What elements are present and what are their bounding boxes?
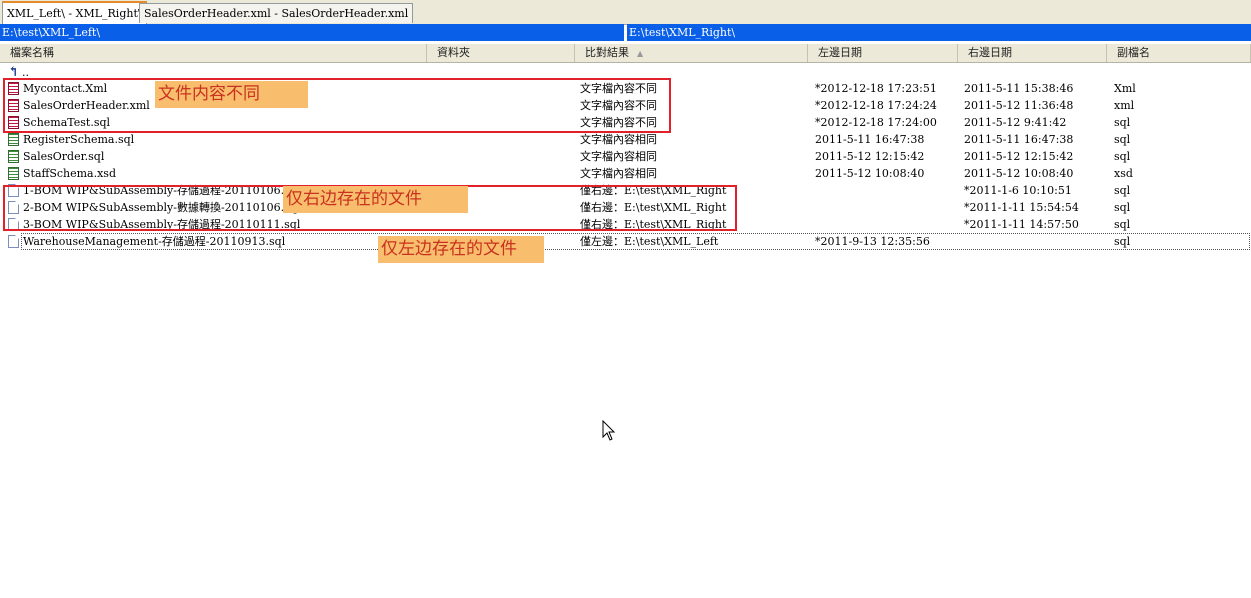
- same-file-icon: [8, 167, 19, 180]
- file-ext: sql: [1114, 133, 1131, 146]
- tab-strip: XML_Left\ - XML_Right\ SalesOrderHeader.…: [0, 0, 1251, 25]
- file-ext: sql: [1114, 201, 1131, 214]
- file-ext: sql: [1114, 218, 1131, 231]
- right-date: 2011-5-11 15:38:46: [964, 82, 1074, 95]
- right-date: 2011-5-11 16:47:38: [964, 133, 1074, 146]
- annotation-right-only-label: 仅右边存在的文件: [283, 186, 468, 213]
- right-date: *2011-1-11 15:54:54: [964, 201, 1079, 214]
- column-header-left-date[interactable]: 左邊日期: [808, 44, 958, 62]
- same-file-icon: [8, 133, 19, 146]
- column-header-result-label: 比對結果: [585, 46, 629, 59]
- file-name: StaffSchema.xsd: [23, 167, 116, 180]
- file-ext: sql: [1114, 150, 1131, 163]
- left-path-bar[interactable]: E:\test\XML_Left\: [0, 24, 624, 41]
- column-header-right-date[interactable]: 右邊日期: [958, 44, 1107, 62]
- table-row[interactable]: SalesOrder.sql 文字檔內容相同 2011-5-12 12:15:4…: [0, 148, 1251, 165]
- file-ext: Xml: [1114, 82, 1136, 95]
- file-ext: xml: [1114, 99, 1135, 112]
- tab-file-compare[interactable]: SalesOrderHeader.xml - SalesOrderHeader.…: [139, 3, 414, 23]
- table-row[interactable]: StaffSchema.xsd 文字檔內容相同 2011-5-12 10:08:…: [0, 165, 1251, 182]
- compare-result: 文字檔內容相同: [580, 133, 657, 146]
- right-date: *2011-1-6 10:10:51: [964, 184, 1072, 197]
- right-date: 2011-5-12 11:36:48: [964, 99, 1074, 112]
- compare-result: 文字檔內容相同: [580, 167, 657, 180]
- compare-result: 文字檔內容相同: [580, 150, 657, 163]
- right-date: *2011-1-11 14:57:50: [964, 218, 1079, 231]
- column-header-ext[interactable]: 副檔名: [1107, 44, 1251, 62]
- left-date: 2011-5-12 12:15:42: [815, 150, 925, 163]
- right-date: 2011-5-12 10:08:40: [964, 167, 1074, 180]
- file-name: SalesOrder.sql: [23, 150, 105, 163]
- diff-files-highlight: [3, 78, 671, 133]
- annotation-diff-label: 文件内容不同: [155, 81, 308, 108]
- table-row[interactable]: RegisterSchema.sql 文字檔內容相同 2011-5-11 16:…: [0, 131, 1251, 148]
- left-only-file-icon: [8, 235, 19, 248]
- tab-folder-compare[interactable]: XML_Left\ - XML_Right\: [2, 1, 147, 25]
- right-path-bar[interactable]: E:\test\XML_Right\: [627, 24, 1251, 41]
- file-ext: sql: [1114, 116, 1131, 129]
- file-ext: sql: [1114, 184, 1131, 197]
- right-date: 2011-5-12 9:41:42: [964, 116, 1067, 129]
- right-date: 2011-5-12 12:15:42: [964, 150, 1074, 163]
- column-header-bar: 檔案名稱 資料夾 比對結果 ▲ 左邊日期 右邊日期 副檔名: [0, 44, 1251, 63]
- left-date: *2012-12-18 17:24:24: [815, 99, 937, 112]
- file-name: RegisterSchema.sql: [23, 133, 135, 146]
- left-date: *2012-12-18 17:24:00: [815, 116, 937, 129]
- row-focus-outline: [21, 233, 1250, 250]
- annotation-left-only-label: 仅左边存在的文件: [378, 236, 544, 263]
- column-header-name[interactable]: 檔案名稱: [0, 44, 427, 62]
- sort-ascending-icon: ▲: [637, 49, 644, 58]
- left-date: 2011-5-12 10:08:40: [815, 167, 925, 180]
- mouse-cursor-icon: [602, 420, 616, 441]
- same-file-icon: [8, 150, 19, 163]
- left-date: *2012-12-18 17:23:51: [815, 82, 937, 95]
- column-header-result[interactable]: 比對結果 ▲: [575, 44, 808, 62]
- left-date: 2011-5-11 16:47:38: [815, 133, 925, 146]
- file-ext: xsd: [1114, 167, 1133, 180]
- column-header-folder[interactable]: 資料夾: [427, 44, 575, 62]
